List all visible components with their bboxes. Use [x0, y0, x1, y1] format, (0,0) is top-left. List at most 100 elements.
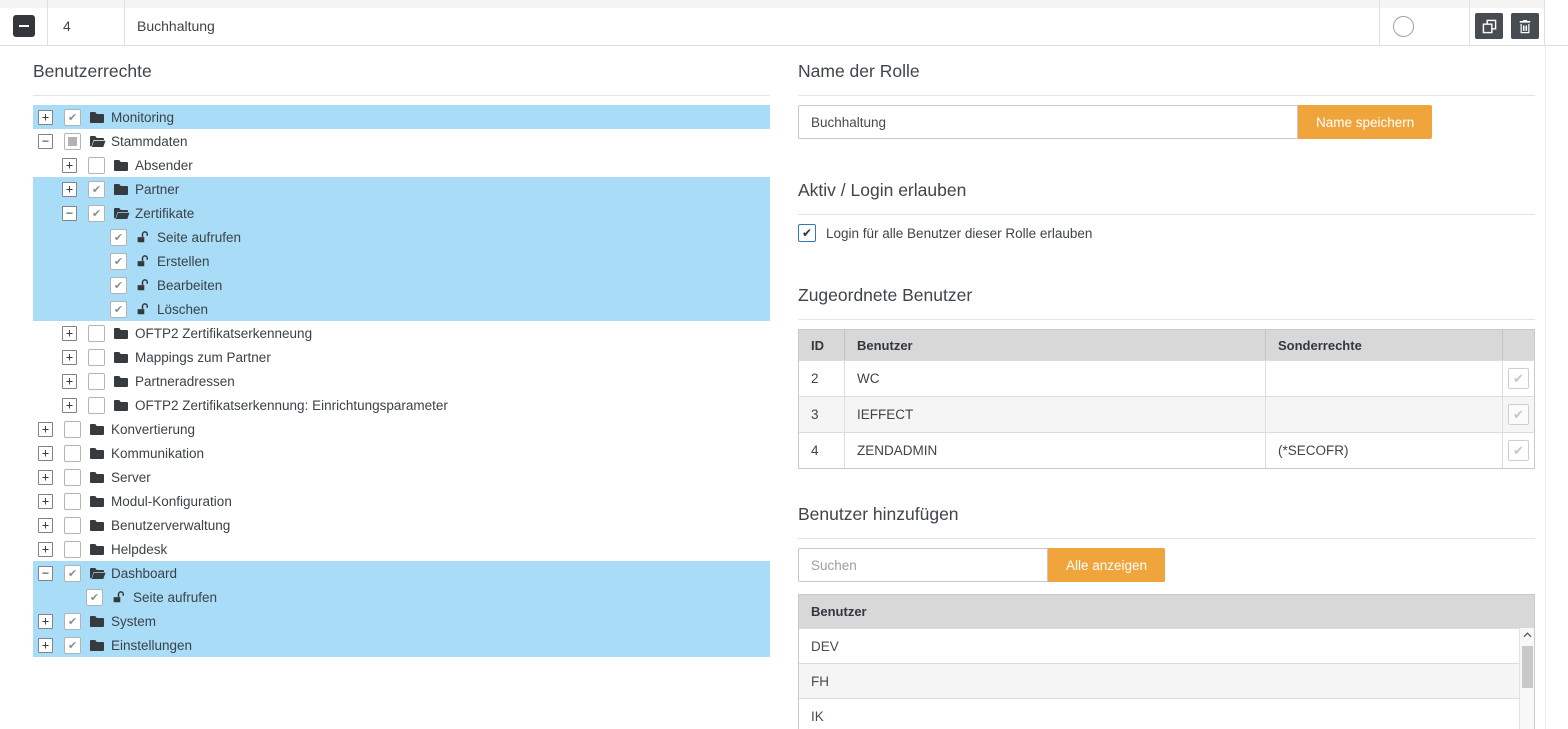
- expand-node-toggle[interactable]: +: [38, 110, 53, 125]
- tree-item-label[interactable]: Modul-Konfiguration: [111, 494, 232, 509]
- tree-row[interactable]: +✔System: [33, 609, 770, 633]
- tree-row[interactable]: + Kommunikation: [33, 441, 770, 465]
- tree-item-label[interactable]: Bearbeiten: [157, 278, 222, 293]
- tree-item-label[interactable]: Kommunikation: [111, 446, 204, 461]
- list-scrollbar[interactable]: [1519, 628, 1534, 729]
- tree-checkbox[interactable]: [64, 541, 81, 558]
- tree-row[interactable]: + ✔ Partner: [33, 177, 770, 201]
- tree-row[interactable]: −✔Zertifikate: [33, 201, 770, 225]
- collapse-row-button[interactable]: [13, 15, 35, 37]
- tree-item-label[interactable]: System: [111, 614, 156, 629]
- tree-row[interactable]: ✔ Erstellen: [33, 249, 770, 273]
- tree-checkbox[interactable]: [88, 157, 105, 174]
- expand-node-toggle[interactable]: +: [62, 326, 77, 341]
- user-search-input[interactable]: [798, 548, 1048, 582]
- tree-item-label[interactable]: Absender: [135, 158, 193, 173]
- tree-checkbox[interactable]: [88, 373, 105, 390]
- tree-item-label[interactable]: Mappings zum Partner: [135, 350, 271, 365]
- available-user-row[interactable]: IK: [799, 698, 1534, 729]
- tree-row[interactable]: + Modul-Konfiguration: [33, 489, 770, 513]
- tree-checkbox[interactable]: [88, 325, 105, 342]
- tree-item-label[interactable]: Erstellen: [157, 254, 210, 269]
- tree-row[interactable]: + ✔ Monitoring: [33, 105, 770, 129]
- tree-item-label[interactable]: OFTP2 Zertifikatserkennung: Einrichtungs…: [135, 398, 448, 413]
- tree-row[interactable]: + OFTP2 Zertifikatserkennung: Einrichtung…: [33, 393, 770, 417]
- expand-node-toggle[interactable]: +: [38, 638, 53, 653]
- assigned-user-checkbox[interactable]: ✔: [1508, 440, 1529, 461]
- tree-row[interactable]: ✔ Bearbeiten: [33, 273, 770, 297]
- role-select-radio[interactable]: [1393, 16, 1414, 37]
- tree-row[interactable]: + OFTP2 Zertifikatserkenneung: [33, 321, 770, 345]
- tree-item-label[interactable]: Konvertierung: [111, 422, 195, 437]
- tree-checkbox[interactable]: [64, 493, 81, 510]
- tree-row[interactable]: ✔ Seite aufrufen: [33, 225, 770, 249]
- available-user-row[interactable]: DEV: [799, 628, 1534, 663]
- expand-node-toggle[interactable]: +: [62, 398, 77, 413]
- delete-role-button[interactable]: [1511, 13, 1539, 39]
- tree-checkbox[interactable]: ✔: [110, 277, 127, 294]
- tree-checkbox[interactable]: [64, 421, 81, 438]
- expand-node-toggle[interactable]: +: [38, 470, 53, 485]
- tree-row[interactable]: + Benutzerverwaltung: [33, 513, 770, 537]
- tree-checkbox[interactable]: ✔: [86, 589, 103, 606]
- tree-row[interactable]: + Konvertierung: [33, 417, 770, 441]
- tree-checkbox[interactable]: [88, 397, 105, 414]
- tree-checkbox[interactable]: [64, 445, 81, 462]
- tree-item-label[interactable]: Helpdesk: [111, 542, 167, 557]
- collapse-node-toggle[interactable]: −: [38, 566, 53, 581]
- tree-row[interactable]: + Server: [33, 465, 770, 489]
- tree-checkbox[interactable]: [88, 349, 105, 366]
- scroll-up-icon[interactable]: [1523, 632, 1532, 638]
- scrollbar-thumb[interactable]: [1522, 646, 1533, 688]
- tree-item-label[interactable]: Monitoring: [111, 110, 174, 125]
- tree-checkbox[interactable]: [64, 469, 81, 486]
- tree-item-label[interactable]: Zertifikate: [135, 206, 194, 221]
- tree-item-label[interactable]: Benutzerverwaltung: [111, 518, 230, 533]
- tree-checkbox[interactable]: [64, 517, 81, 534]
- expand-node-toggle[interactable]: +: [62, 158, 77, 173]
- expand-node-toggle[interactable]: +: [38, 446, 53, 461]
- expand-node-toggle[interactable]: +: [62, 374, 77, 389]
- tree-row[interactable]: + Partneradressen: [33, 369, 770, 393]
- show-all-users-button[interactable]: Alle anzeigen: [1048, 548, 1165, 582]
- expand-node-toggle[interactable]: +: [38, 494, 53, 509]
- tree-row[interactable]: ✔ Seite aufrufen: [33, 585, 770, 609]
- tree-item-label[interactable]: Seite aufrufen: [157, 230, 241, 245]
- tree-row[interactable]: ✔ Löschen: [33, 297, 770, 321]
- tree-checkbox[interactable]: ✔: [64, 565, 81, 582]
- expand-node-toggle[interactable]: +: [38, 614, 53, 629]
- expand-node-toggle[interactable]: +: [38, 518, 53, 533]
- tree-checkbox[interactable]: ✔: [110, 229, 127, 246]
- collapse-node-toggle[interactable]: −: [38, 134, 53, 149]
- tree-item-label[interactable]: Dashboard: [111, 566, 177, 581]
- available-user-row[interactable]: FH: [799, 663, 1534, 698]
- tree-item-label[interactable]: Server: [111, 470, 151, 485]
- role-name-input[interactable]: [798, 105, 1298, 139]
- tree-row[interactable]: + Absender: [33, 153, 770, 177]
- tree-checkbox[interactable]: ✔: [110, 301, 127, 318]
- expand-node-toggle[interactable]: +: [62, 350, 77, 365]
- tree-item-label[interactable]: Löschen: [157, 302, 208, 317]
- tree-checkbox[interactable]: ✔: [88, 181, 105, 198]
- assigned-user-checkbox[interactable]: ✔: [1508, 368, 1529, 389]
- login-checkbox[interactable]: ✔: [798, 224, 816, 242]
- tree-item-label[interactable]: OFTP2 Zertifikatserkenneung: [135, 326, 312, 341]
- expand-node-toggle[interactable]: +: [62, 182, 77, 197]
- tree-checkbox[interactable]: ✔: [110, 253, 127, 270]
- tree-row[interactable]: + Mappings zum Partner: [33, 345, 770, 369]
- tree-row[interactable]: + ✔ Einstellungen: [33, 633, 770, 657]
- tree-row[interactable]: + Helpdesk: [33, 537, 770, 561]
- tree-item-label[interactable]: Stammdaten: [111, 134, 188, 149]
- tree-item-label[interactable]: Partneradressen: [135, 374, 235, 389]
- expand-node-toggle[interactable]: +: [38, 422, 53, 437]
- save-name-button[interactable]: Name speichern: [1298, 105, 1432, 139]
- tree-item-label[interactable]: Partner: [135, 182, 179, 197]
- tree-item-label[interactable]: Einstellungen: [111, 638, 192, 653]
- collapse-node-toggle[interactable]: −: [62, 206, 77, 221]
- tree-checkbox[interactable]: ✔: [64, 637, 81, 654]
- expand-node-toggle[interactable]: +: [38, 542, 53, 557]
- tree-row[interactable]: −✔ Dashboard: [33, 561, 770, 585]
- tree-checkbox[interactable]: ✔: [64, 109, 81, 126]
- copy-role-button[interactable]: [1475, 13, 1503, 39]
- tree-item-label[interactable]: Seite aufrufen: [133, 590, 217, 605]
